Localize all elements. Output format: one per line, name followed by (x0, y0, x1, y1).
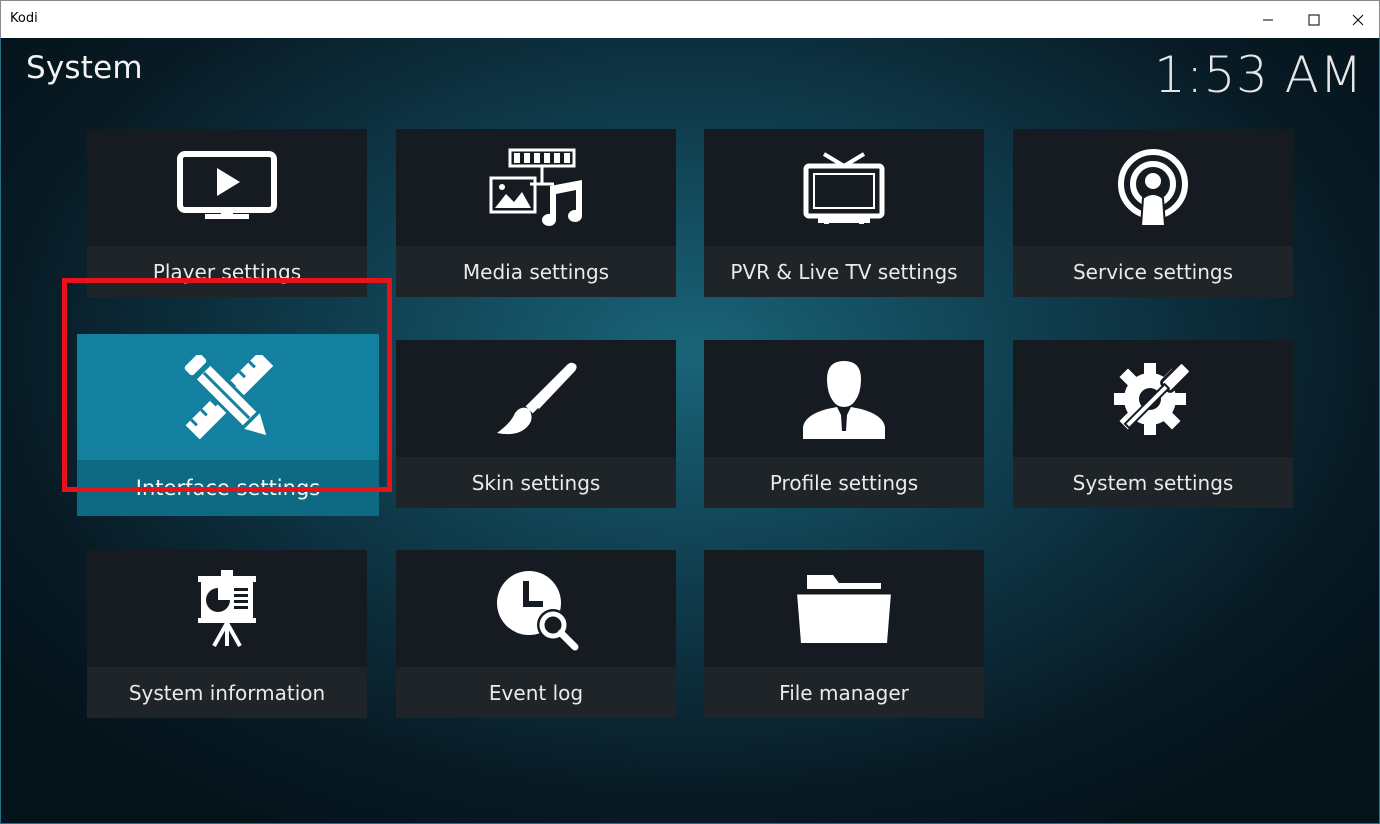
tile-interface-settings[interactable]: Interface settings (77, 334, 379, 516)
tile-label: PVR & Live TV settings (730, 259, 958, 284)
pencil-ruler-icon (184, 355, 274, 439)
tile-label: Media settings (462, 259, 610, 284)
tile-label: Service settings (1072, 259, 1234, 284)
tile-file-manager[interactable]: File manager (704, 550, 984, 718)
user-icon (803, 360, 885, 439)
tile-service-settings[interactable]: Service settings (1013, 129, 1293, 297)
tile-label: Player settings (152, 259, 302, 284)
close-icon (1352, 14, 1364, 26)
tile-pvr-settings[interactable]: PVR & Live TV settings (704, 129, 984, 297)
tile-label: File manager (779, 680, 909, 705)
gear-tools-icon (1114, 360, 1192, 435)
maximize-button[interactable] (1291, 1, 1337, 39)
clock: 1:53 AM (1153, 46, 1363, 104)
tile-profile-settings[interactable]: Profile settings (704, 340, 984, 508)
tile-system-settings[interactable]: System settings (1013, 340, 1293, 508)
kodi-viewport: System 1:53 AM Player settings Media set… (1, 38, 1379, 823)
tile-player-settings[interactable]: Player settings (87, 129, 367, 297)
presentation-icon (198, 569, 256, 647)
broadcast-icon (1118, 148, 1188, 227)
minimize-icon (1263, 19, 1273, 21)
tile-label: Interface settings (135, 476, 321, 500)
tile-label: Event log (488, 680, 584, 705)
tile-label: System settings (1072, 470, 1234, 495)
minimize-button[interactable] (1245, 1, 1291, 39)
antenna-tv-icon (803, 151, 885, 224)
maximize-icon (1308, 14, 1320, 26)
tile-media-settings[interactable]: Media settings (396, 129, 676, 297)
tile-label: Skin settings (471, 470, 601, 495)
tv-play-icon (177, 150, 277, 219)
folder-icon (797, 574, 891, 643)
clock-search-icon (497, 570, 579, 650)
paintbrush-icon (497, 362, 577, 434)
page-title: System (26, 50, 143, 86)
window-title: Kodi (10, 11, 38, 26)
tile-label: System information (128, 680, 326, 705)
tile-system-information[interactable]: System information (87, 550, 367, 718)
tile-event-log[interactable]: Event log (396, 550, 676, 718)
window-titlebar: Kodi (0, 0, 1380, 38)
close-button[interactable] (1335, 1, 1380, 39)
media-icon (489, 148, 582, 226)
tile-label: Profile settings (769, 470, 919, 495)
tile-skin-settings[interactable]: Skin settings (396, 340, 676, 508)
